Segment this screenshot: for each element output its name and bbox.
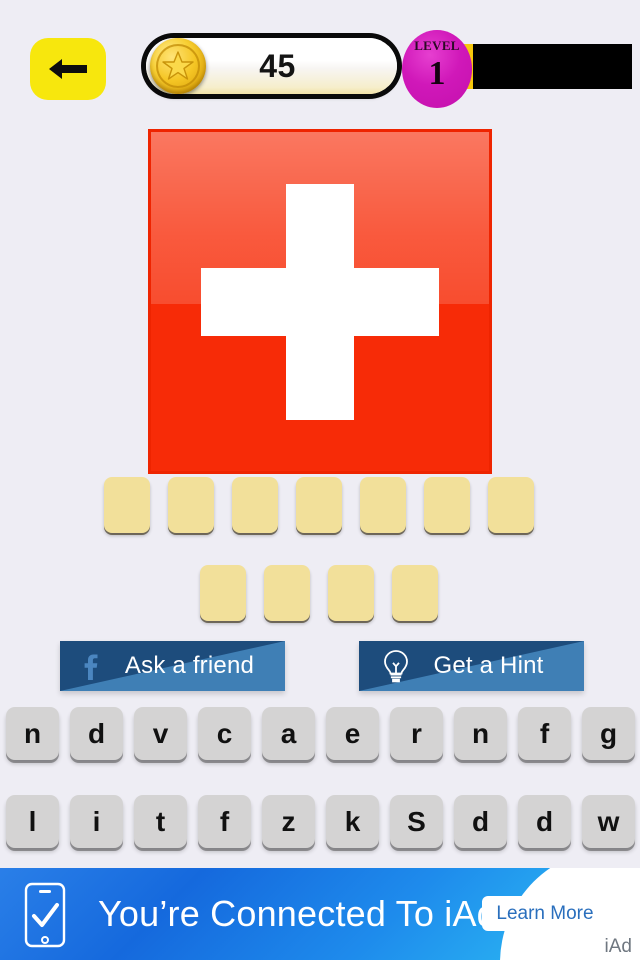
learn-more-button[interactable]: Learn More [482, 896, 608, 931]
answer-slot-row-1 [104, 477, 534, 533]
gold-coin-star-icon [150, 38, 206, 94]
app-root: 45 LEVEL 1 Ask a friend Get a Hint n d v… [0, 0, 640, 960]
answer-slot[interactable] [232, 477, 278, 533]
letter-key[interactable]: f [518, 707, 571, 760]
letter-key[interactable]: l [6, 795, 59, 848]
ask-a-friend-button[interactable]: Ask a friend [60, 641, 285, 691]
answer-slot[interactable] [328, 565, 374, 621]
answer-slot[interactable] [424, 477, 470, 533]
letter-key[interactable]: d [518, 795, 571, 848]
letter-key[interactable]: S [390, 795, 443, 848]
iad-mark-label: iAd [604, 936, 632, 957]
letter-key[interactable]: n [6, 707, 59, 760]
flag-image [148, 129, 492, 474]
letter-key[interactable]: c [198, 707, 251, 760]
letter-key[interactable]: z [262, 795, 315, 848]
ad-headline: You’re Connected To iAd [98, 893, 497, 934]
letter-key[interactable]: w [582, 795, 635, 848]
letter-key[interactable]: f [198, 795, 251, 848]
top-bar: 45 LEVEL 1 [0, 0, 640, 120]
letter-key[interactable]: t [134, 795, 187, 848]
ask-a-friend-label: Ask a friend [124, 652, 255, 679]
answer-slot[interactable] [200, 565, 246, 621]
letter-key[interactable]: n [454, 707, 507, 760]
get-a-hint-button[interactable]: Get a Hint [359, 641, 584, 691]
letter-key[interactable]: v [134, 707, 187, 760]
level-word-label: LEVEL [414, 38, 460, 53]
letter-key[interactable]: r [390, 707, 443, 760]
answer-slot[interactable] [104, 477, 150, 533]
answer-slot-row-2 [200, 565, 438, 621]
phone-checkmark-icon [24, 882, 66, 948]
letter-key[interactable]: k [326, 795, 379, 848]
level-number-label: 1 [428, 55, 446, 92]
letter-key[interactable]: a [262, 707, 315, 760]
answer-slot[interactable] [360, 477, 406, 533]
letter-key-row-2: l i t f z k S d d w [6, 795, 635, 848]
star-icon [162, 51, 194, 80]
letter-key[interactable]: i [70, 795, 123, 848]
letter-key[interactable]: d [70, 707, 123, 760]
letter-key-row-1: n d v c a e r n f g [6, 707, 635, 760]
flag-cross-horizontal [201, 267, 439, 336]
answer-slot[interactable] [392, 565, 438, 621]
letter-key[interactable]: g [582, 707, 635, 760]
answer-slot[interactable] [264, 565, 310, 621]
arrow-left-icon [49, 59, 87, 79]
answer-slot[interactable] [168, 477, 214, 533]
ad-banner[interactable]: You’re Connected To iAd Learn More iAd [0, 868, 640, 960]
letter-key[interactable]: d [454, 795, 507, 848]
back-button[interactable] [30, 38, 106, 100]
get-a-hint-label: Get a Hint [433, 652, 544, 679]
level-badge: LEVEL 1 [402, 30, 472, 108]
answer-slot[interactable] [488, 477, 534, 533]
answer-slot[interactable] [296, 477, 342, 533]
letter-key[interactable]: e [326, 707, 379, 760]
